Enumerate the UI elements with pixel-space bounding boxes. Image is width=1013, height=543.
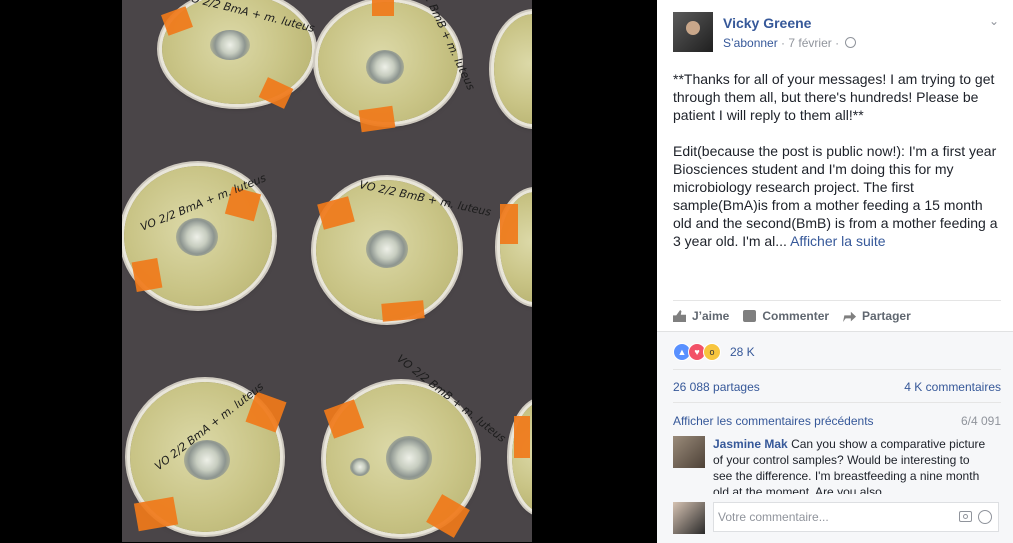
inhibition-zone: [176, 218, 218, 256]
inhibition-zone: [210, 30, 250, 60]
globe-icon[interactable]: [845, 37, 857, 48]
comment-input[interactable]: [714, 503, 938, 531]
biohazard-tape: [514, 416, 530, 458]
meta-separator: ·: [777, 36, 789, 50]
inhibition-zone: [366, 230, 408, 268]
commenter-name[interactable]: Jasmine Mak: [713, 437, 788, 451]
post-text: **Thanks for all of your messages! I am …: [673, 70, 1001, 268]
follow-link[interactable]: S’abonner: [723, 36, 778, 50]
see-more-link[interactable]: Afficher la suite: [790, 233, 885, 249]
biohazard-tape: [133, 496, 179, 532]
biohazard-tape: [372, 0, 394, 16]
biohazard-tape: [131, 257, 163, 293]
camera-icon[interactable]: [959, 511, 972, 522]
comment-box: [713, 502, 999, 532]
post-paragraph: **Thanks for all of your messages! I am …: [673, 71, 995, 123]
reactions-summary[interactable]: ▲ ♥ o 28 K: [673, 343, 755, 361]
wow-reaction-icon: o: [703, 343, 721, 361]
like-button[interactable]: J’aime: [673, 309, 729, 323]
share-button[interactable]: Partager: [843, 309, 911, 323]
inhibition-zone: [386, 436, 432, 480]
comment-label: Commenter: [762, 309, 830, 323]
photo-viewer: VO 2/2 BmA + m. luteus VO 2/2 BmB + m. l…: [0, 0, 657, 542]
previous-comments-link[interactable]: Afficher les commentaires précédents: [673, 414, 874, 428]
chevron-down-icon[interactable]: ⌄: [989, 14, 999, 28]
comments-pagination: 6/4 091: [960, 414, 1001, 428]
action-bar: J’aime Commenter Partager: [673, 300, 1001, 331]
biohazard-tape: [358, 105, 396, 133]
biohazard-tape: [381, 300, 425, 322]
like-label: J’aime: [692, 309, 730, 323]
current-user-avatar: [673, 502, 705, 534]
comment-icon: [743, 310, 757, 322]
inhibition-zone: [366, 50, 404, 84]
commenter-avatar[interactable]: [673, 436, 705, 468]
petri-dish: [494, 14, 532, 124]
share-icon: [843, 311, 857, 322]
petri-dish-photo[interactable]: VO 2/2 BmA + m. luteus VO 2/2 BmB + m. l…: [122, 0, 532, 542]
biohazard-tape: [500, 204, 518, 244]
comment: Jasmine Mak Can you show a comparative p…: [713, 436, 989, 494]
author-name[interactable]: Vicky Greene: [723, 15, 811, 31]
post-paragraph: Edit(because the post is public now!): I…: [673, 142, 1001, 250]
post-date[interactable]: 7 février: [788, 36, 831, 50]
divider: [673, 402, 1001, 403]
share-label: Partager: [862, 309, 911, 323]
shares-count[interactable]: 26 088 partages: [673, 380, 760, 394]
emoji-icon[interactable]: [978, 510, 992, 524]
post-meta: S’abonner · 7 février ·: [723, 36, 857, 50]
comment-button[interactable]: Commenter: [743, 309, 829, 323]
divider: [673, 369, 1001, 370]
author-avatar[interactable]: [673, 12, 713, 52]
meta-separator: ·: [831, 36, 843, 50]
reactions-count: 28 K: [730, 345, 755, 359]
comments-section: ▲ ♥ o 28 K 26 088 partages 4 K commentai…: [657, 331, 1013, 543]
inhibition-zone: [350, 458, 370, 476]
thumbs-up-icon: [673, 310, 686, 322]
comments-count[interactable]: 4 K commentaires: [904, 380, 1001, 394]
